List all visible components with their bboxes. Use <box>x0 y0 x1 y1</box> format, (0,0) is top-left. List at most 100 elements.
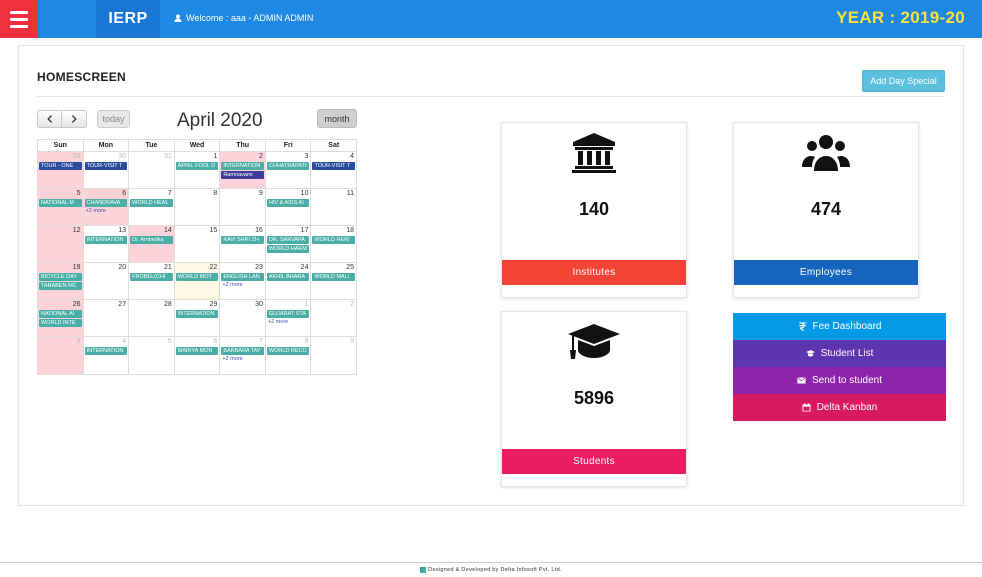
day-number[interactable]: 19 <box>73 264 81 271</box>
day-number[interactable]: 20 <box>118 264 126 271</box>
calendar-day-cell[interactable]: 1 APRIL FOOL D <box>175 152 221 188</box>
calendar-day-cell[interactable]: 4 TOUR-VISIT T <box>311 152 356 188</box>
welcome-user[interactable]: Welcome : aaa - ADMIN ADMIN <box>174 13 313 23</box>
calendar-event[interactable]: BARBARA TAY <box>221 347 264 355</box>
calendar-day-cell[interactable]: 13 INTERNATION <box>84 226 130 262</box>
calendar-day-cell[interactable]: 19 BICYCLE DAY TARABEN MC <box>38 263 84 299</box>
day-number[interactable]: 7 <box>168 190 172 197</box>
calendar-event[interactable]: TOUR-VISIT T <box>84 162 128 170</box>
day-number[interactable]: 16 <box>255 227 263 234</box>
more-events-link[interactable]: +2 more <box>268 319 288 325</box>
day-number[interactable]: 29 <box>73 153 81 160</box>
day-number[interactable]: 10 <box>301 190 309 197</box>
calendar-day-cell[interactable]: 7 BARBARA TAY +2 more <box>220 337 266 374</box>
calendar-day-cell[interactable]: 17 DR. SARVAPA WORLD HAEM <box>266 226 312 262</box>
day-number[interactable]: 11 <box>347 190 354 197</box>
calendar-day-cell[interactable]: 30 TOUR-VISIT T <box>84 152 130 188</box>
send-to-student-button[interactable]: Send to student <box>733 367 946 394</box>
more-events-link[interactable]: +2 more <box>222 282 242 288</box>
prev-month-button[interactable] <box>37 110 62 128</box>
more-events-link[interactable]: +2 more <box>86 208 106 214</box>
calendar-day-cell[interactable]: 29 TOUR - ONE <box>38 152 84 188</box>
day-number[interactable]: 30 <box>255 301 263 308</box>
day-number[interactable]: 18 <box>346 227 354 234</box>
day-number[interactable]: 1 <box>305 301 309 308</box>
employees-link[interactable]: Employees <box>734 260 918 285</box>
calendar-event[interactable]: NATIONAL M <box>39 199 82 207</box>
calendar-event[interactable]: MARIYA MON <box>175 347 219 355</box>
calendar-event[interactable]: INTERNATION <box>175 310 219 318</box>
today-button[interactable]: today <box>97 110 130 128</box>
day-number[interactable]: 9 <box>259 190 263 197</box>
day-number[interactable]: 30 <box>118 153 126 160</box>
month-view-button[interactable]: month <box>317 109 357 128</box>
calendar-event[interactable]: INTERNATION <box>221 162 264 170</box>
calendar-day-cell[interactable]: 8 WORLD RECO <box>266 337 312 374</box>
day-number[interactable]: 22 <box>210 264 218 271</box>
institutes-link[interactable]: Institutes <box>502 260 686 285</box>
app-title[interactable]: IERP <box>96 0 160 38</box>
calendar-event[interactable]: AKHIL BHARA <box>266 273 310 281</box>
day-number[interactable]: 24 <box>301 264 309 271</box>
day-number[interactable]: 17 <box>301 227 309 234</box>
day-number[interactable]: 4 <box>350 153 354 160</box>
day-number[interactable]: 6 <box>213 338 217 345</box>
calendar-event[interactable]: TARABEN MC <box>39 282 82 290</box>
calendar-event[interactable]: WORLD MAL/ <box>312 273 356 281</box>
calendar-day-cell[interactable]: 2 INTERNATION Ramnavami <box>220 152 266 188</box>
calendar-day-cell[interactable]: 27 <box>84 300 130 336</box>
calendar-event[interactable]: HIV & AIDS AI <box>266 199 310 207</box>
calendar-day-cell[interactable]: 24 AKHIL BHARA <box>266 263 312 299</box>
day-number[interactable]: 12 <box>73 227 81 234</box>
day-number[interactable]: 3 <box>77 338 81 345</box>
calendar-event[interactable]: KAVI SHRI ZH <box>221 236 264 244</box>
calendar-event[interactable]: ENGLISH LAN <box>221 273 264 281</box>
calendar-day-cell[interactable]: 9 <box>220 189 266 225</box>
day-number[interactable]: 5 <box>168 338 172 345</box>
day-number[interactable]: 4 <box>122 338 126 345</box>
calendar-event[interactable]: WORLD INTE <box>39 319 82 327</box>
fee-dashboard-button[interactable]: Fee Dashboard <box>733 313 946 340</box>
calendar-event[interactable]: INTERNATION <box>84 236 128 244</box>
calendar-event[interactable]: GUJARAT STA <box>266 310 310 318</box>
calendar-day-cell[interactable]: 6 CHANDRAVA +2 more <box>83 189 130 225</box>
day-number[interactable]: 28 <box>164 301 172 308</box>
day-number[interactable]: 9 <box>350 338 354 345</box>
calendar-day-cell[interactable]: 25 WORLD MAL/ <box>311 263 356 299</box>
day-number[interactable]: 2 <box>350 301 354 308</box>
calendar-event[interactable]: WORLD RECO <box>266 347 310 355</box>
calendar-day-cell[interactable]: 16 KAVI SHRI ZH <box>220 226 266 262</box>
calendar-day-cell[interactable]: 31 <box>129 152 175 188</box>
calendar-event[interactable]: Ramnavami <box>221 171 264 179</box>
calendar-event[interactable]: TOUR - ONE <box>39 162 82 170</box>
calendar-day-cell[interactable]: 29 INTERNATION <box>175 300 221 336</box>
day-number[interactable]: 21 <box>164 264 172 271</box>
day-number[interactable]: 1 <box>213 153 217 160</box>
calendar-event[interactable]: FROBEL(CHI <box>130 273 173 281</box>
day-number[interactable]: 6 <box>122 190 126 197</box>
hamburger-menu-icon[interactable] <box>0 0 38 38</box>
day-number[interactable]: 2 <box>259 153 263 160</box>
day-number[interactable]: 26 <box>73 301 81 308</box>
day-number[interactable]: 5 <box>77 190 81 197</box>
calendar-event[interactable]: WORLD HEAL <box>130 199 173 207</box>
delta-kanban-button[interactable]: Delta Kanban <box>733 394 946 421</box>
calendar-day-cell[interactable]: 8 <box>175 189 221 225</box>
day-number[interactable]: 15 <box>210 227 218 234</box>
calendar-day-cell[interactable]: 11 <box>311 189 356 225</box>
calendar-event[interactable]: Dr. Ambedka <box>130 236 173 244</box>
calendar-day-cell[interactable]: 26 NATIONAL AI WORLD INTE <box>38 300 84 336</box>
calendar-day-cell[interactable]: 2 <box>311 300 356 336</box>
calendar-day-cell[interactable]: 30 <box>220 300 266 336</box>
day-number[interactable]: 25 <box>346 264 354 271</box>
calendar-day-cell[interactable]: 5 <box>129 337 175 374</box>
calendar-day-cell[interactable]: 22 WORLD MOT <box>174 263 221 299</box>
day-number[interactable]: 14 <box>164 227 172 234</box>
calendar-day-cell[interactable]: 10 HIV & AIDS AI <box>266 189 312 225</box>
calendar-day-cell[interactable]: 23 ENGLISH LAN +2 more <box>220 263 266 299</box>
calendar-event[interactable]: NATIONAL AI <box>39 310 82 318</box>
calendar-event[interactable]: WORLD MOT <box>175 273 219 281</box>
day-number[interactable]: 29 <box>210 301 218 308</box>
calendar-day-cell[interactable]: 9 <box>311 337 356 374</box>
calendar-event[interactable]: WORLD HAEM <box>266 245 310 253</box>
